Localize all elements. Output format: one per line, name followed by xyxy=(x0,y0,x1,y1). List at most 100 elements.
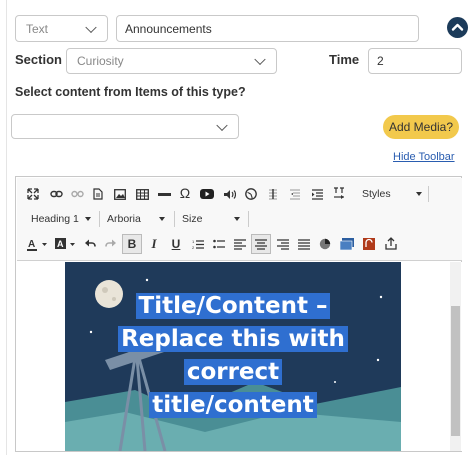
media-gallery-button[interactable] xyxy=(337,235,357,253)
editor-toolbar: Ω Styles Heading 1 Arboria Size A A B I … xyxy=(17,178,462,261)
chevron-down-icon xyxy=(254,53,266,66)
time-input-value: 2 xyxy=(377,54,384,68)
chevron-down-icon xyxy=(216,119,228,131)
table-button[interactable] xyxy=(132,185,152,203)
pie-icon xyxy=(319,238,331,250)
show-blocks-icon xyxy=(290,189,300,200)
upload-icon xyxy=(385,236,397,250)
hero-title-line: Title/Content – xyxy=(65,290,401,323)
svg-text:A: A xyxy=(28,239,35,250)
svg-text:2: 2 xyxy=(192,245,195,250)
unlink-icon xyxy=(70,190,84,198)
upload-button[interactable] xyxy=(381,234,401,252)
bullet-list-button[interactable] xyxy=(209,235,229,253)
bold-button[interactable]: B xyxy=(122,234,142,254)
type-select[interactable]: Text xyxy=(15,15,108,42)
link-icon xyxy=(49,190,63,198)
underline-button[interactable]: U xyxy=(166,235,186,253)
chevron-down-icon xyxy=(85,21,97,33)
align-justify-icon xyxy=(298,238,310,250)
preview-button[interactable] xyxy=(315,235,335,253)
italic-button[interactable]: I xyxy=(144,235,164,253)
chevron-up-circle-icon xyxy=(447,17,468,38)
font-dropdown[interactable]: Arboria xyxy=(107,210,165,228)
image-icon xyxy=(114,188,126,200)
text-color-button[interactable]: A xyxy=(25,235,51,253)
numbered-list-button[interactable]: 12 xyxy=(188,235,208,253)
section-select[interactable]: Curiosity xyxy=(66,48,277,74)
link-button[interactable] xyxy=(46,185,66,203)
bg-color-button[interactable]: A xyxy=(53,235,79,253)
horizontal-line-button[interactable] xyxy=(154,185,174,203)
indent-button[interactable] xyxy=(307,185,327,203)
document-icon xyxy=(93,188,103,200)
toolbar-separator xyxy=(99,211,100,227)
embed-button[interactable] xyxy=(359,235,379,253)
justify-button[interactable] xyxy=(294,235,314,253)
template-button[interactable] xyxy=(88,185,108,203)
redo-icon xyxy=(105,239,116,247)
section-label: Section xyxy=(15,52,62,67)
globe-icon xyxy=(245,188,257,200)
title-input[interactable]: Announcements xyxy=(116,15,419,42)
toolbar-separator xyxy=(174,211,175,227)
type-select-value: Text xyxy=(26,21,49,36)
iframe-button[interactable] xyxy=(241,185,261,203)
youtube-button[interactable] xyxy=(197,185,217,203)
unlink-button[interactable] xyxy=(67,185,87,203)
undo-button[interactable] xyxy=(80,235,100,253)
scrollbar-thumb[interactable] xyxy=(451,306,460,436)
title-input-value: Announcements xyxy=(125,21,212,36)
hero-title-line: title/content xyxy=(65,389,401,422)
audio-button[interactable] xyxy=(219,185,239,203)
align-left-icon xyxy=(234,238,246,250)
align-left-button[interactable] xyxy=(230,235,250,253)
format-dropdown-label: Heading 1 xyxy=(31,213,79,225)
hero-title-line: correct xyxy=(65,356,401,389)
panel-left-border xyxy=(6,0,7,455)
embed-icon xyxy=(363,238,375,250)
align-center-button[interactable] xyxy=(251,234,271,254)
bullet-list-icon xyxy=(213,239,225,248)
section-select-value: Curiosity xyxy=(77,54,124,68)
hide-toolbar-link[interactable]: Hide Toolbar xyxy=(393,151,455,163)
show-blocks-button[interactable] xyxy=(285,185,305,203)
svg-text:1: 1 xyxy=(192,239,195,244)
numbered-list-icon: 12 xyxy=(192,239,204,250)
size-dropdown[interactable]: Size xyxy=(182,210,240,228)
create-div-icon xyxy=(269,189,277,200)
collapse-button[interactable] xyxy=(447,17,468,38)
text-color-icon: A xyxy=(27,239,47,251)
horizontal-line-icon xyxy=(157,192,171,196)
size-dropdown-label: Size xyxy=(182,213,203,225)
undo-icon xyxy=(85,239,96,247)
time-label: Time xyxy=(329,52,360,67)
styles-dropdown[interactable]: Styles xyxy=(360,185,422,203)
items-select[interactable] xyxy=(11,114,239,139)
align-right-button[interactable] xyxy=(273,235,293,253)
div-container-button[interactable] xyxy=(263,185,283,203)
font-dropdown-label: Arboria xyxy=(107,213,141,225)
editor-content-area[interactable]: Title/Content – Replace this with correc… xyxy=(17,262,462,451)
hero-title-line: Replace this with xyxy=(65,323,401,356)
align-right-icon xyxy=(277,238,289,250)
editor-scrollbar[interactable] xyxy=(450,262,461,451)
redo-button[interactable] xyxy=(101,235,121,253)
rich-text-editor: Ω Styles Heading 1 Arboria Size A A B I … xyxy=(15,176,462,452)
text-direction-icon xyxy=(334,186,344,199)
maximize-icon xyxy=(27,188,39,200)
dropdown-arrow-icon xyxy=(234,217,240,221)
time-input[interactable]: 2 xyxy=(368,48,462,74)
bidi-button[interactable] xyxy=(329,184,349,202)
format-dropdown[interactable]: Heading 1 xyxy=(31,210,91,228)
youtube-icon xyxy=(200,189,214,199)
content-type-heading: Select content from Items of this type? xyxy=(15,85,246,99)
styles-dropdown-label: Styles xyxy=(362,188,391,200)
special-char-button[interactable]: Ω xyxy=(175,184,195,202)
add-media-button[interactable]: Add Media? xyxy=(383,115,459,139)
dropdown-arrow-icon xyxy=(85,217,91,221)
maximize-button[interactable] xyxy=(23,185,43,203)
background-color-icon: A xyxy=(55,237,75,249)
image-button[interactable] xyxy=(110,185,130,203)
toolbar-separator xyxy=(428,186,429,202)
